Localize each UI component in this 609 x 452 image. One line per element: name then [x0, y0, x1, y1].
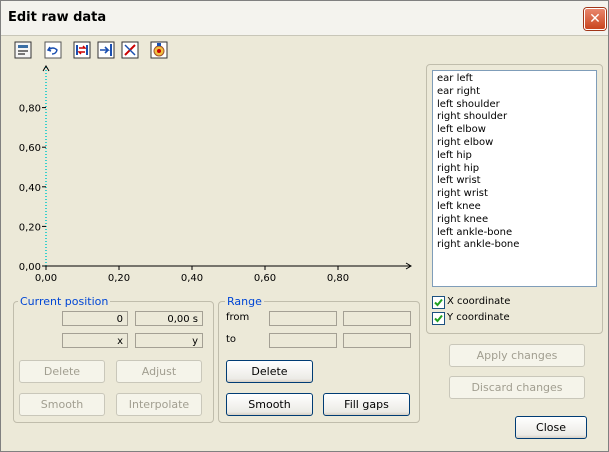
position-delete-button[interactable]: Delete — [19, 360, 105, 383]
apply-changes-button[interactable]: Apply changes — [449, 344, 585, 367]
frame-field: 0 — [62, 311, 128, 326]
close-button[interactable]: Close — [515, 416, 587, 439]
y-tick-label: 0,80 — [19, 104, 41, 115]
list-item[interactable]: left elbow — [437, 124, 486, 135]
x-tick-label: 0,80 — [327, 273, 349, 284]
undo-icon[interactable] — [44, 41, 62, 59]
time-field: 0,00 s — [135, 311, 203, 326]
y-tick-label: 0,00 — [19, 262, 41, 273]
position-smooth-button[interactable]: Smooth — [19, 393, 105, 416]
range-smooth-button[interactable]: Smooth — [226, 393, 313, 416]
current-position-legend: Current position — [18, 295, 111, 308]
list-item[interactable]: ear left — [437, 73, 473, 84]
to-label: to — [226, 334, 237, 345]
x-coordinate-checkbox[interactable] — [432, 296, 445, 309]
plot-canvas: 0,00 0,20 0,40 0,60 0,80 0,00 0,20 0,40 0,60 0,80 — [19, 65, 412, 284]
list-item[interactable]: right ankle-bone — [437, 239, 519, 250]
y-tick-label: 0,20 — [19, 222, 41, 233]
list-item[interactable]: left ankle-bone — [437, 227, 512, 238]
properties-icon[interactable] — [14, 41, 32, 59]
list-item[interactable]: left shoulder — [437, 99, 500, 110]
x-tick-label: 0,40 — [181, 273, 203, 284]
list-item[interactable]: left knee — [437, 201, 481, 212]
y-tick-label: 0,60 — [19, 143, 41, 154]
title-bar: Edit raw data ✕ — [1, 1, 608, 36]
from-label: from — [226, 312, 250, 323]
range-to-start-field — [269, 333, 337, 348]
list-item[interactable]: right elbow — [437, 137, 493, 148]
range-legend: Range — [225, 295, 264, 308]
list-item[interactable]: right knee — [437, 214, 488, 225]
x-tick-label: 0,20 — [108, 273, 130, 284]
fill-gaps-button[interactable]: Fill gaps — [323, 393, 410, 416]
body-points-list[interactable]: ear left ear right left shoulder right shou… — [432, 70, 597, 287]
settings-icon[interactable] — [150, 41, 168, 59]
list-item[interactable]: right wrist — [437, 188, 488, 199]
range-to-end-field — [343, 333, 411, 348]
y-tick-label: 0,40 — [19, 183, 41, 194]
x-coordinate-label: X coordinate — [447, 296, 511, 307]
list-item[interactable]: right shoulder — [437, 111, 507, 122]
y-coordinate-checkbox[interactable] — [432, 312, 445, 325]
list-item[interactable]: ear right — [437, 86, 480, 97]
raw-data-plot[interactable]: 0,00 0,20 0,40 0,60 0,80 0,00 0,20 0,40 0,60 0,80 — [0, 62, 425, 292]
list-item[interactable]: left hip — [437, 150, 472, 161]
range-from-end-field — [343, 311, 411, 326]
range-delete-button[interactable]: Delete — [226, 360, 313, 383]
export-icon[interactable] — [97, 41, 115, 59]
y-coordinate-label: Y coordinate — [447, 312, 510, 323]
close-window-button[interactable]: ✕ — [584, 8, 606, 30]
x-field: x — [62, 333, 128, 348]
remove-icon[interactable] — [121, 41, 139, 59]
list-item[interactable]: left wrist — [437, 175, 481, 186]
import-icon[interactable] — [73, 41, 91, 59]
adjust-button[interactable]: Adjust — [116, 360, 202, 383]
x-tick-label: 0,00 — [35, 273, 57, 284]
window-title: Edit raw data — [8, 10, 107, 25]
x-tick-label: 0,60 — [254, 273, 276, 284]
list-item[interactable]: right hip — [437, 163, 479, 174]
discard-changes-button[interactable]: Discard changes — [449, 376, 585, 399]
range-from-start-field — [269, 311, 337, 326]
y-field: y — [135, 333, 203, 348]
interpolate-button[interactable]: Interpolate — [116, 393, 202, 416]
